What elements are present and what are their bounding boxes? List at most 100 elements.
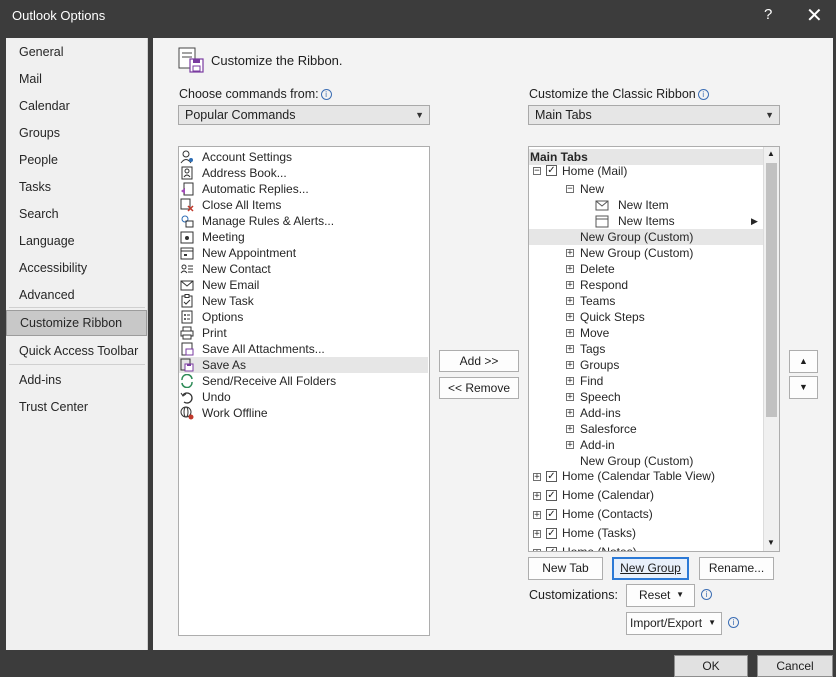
scroll-up-icon[interactable]: ▲ [767,149,775,158]
tree-item-group[interactable]: + Quick Steps [529,309,763,325]
tree-scrollbar[interactable]: ▲ ▼ [763,147,779,551]
new-group-button[interactable]: New Group [612,557,689,580]
expand-icon[interactable]: + [566,377,574,386]
expand-icon[interactable]: + [533,549,541,551]
list-item[interactable]: Undo [179,389,428,405]
tree-item-group[interactable]: + Groups [529,357,763,373]
list-item[interactable]: Send/Receive All Folders [179,373,428,389]
import-export-dropdown-button[interactable]: Import/Export ▼ [626,612,722,635]
sidebar-item-quick-access-toolbar[interactable]: Quick Access Toolbar [6,339,147,363]
rename-button[interactable]: Rename... [699,557,774,580]
tree-item-group[interactable]: + Move [529,325,763,341]
new-tab-button[interactable]: New Tab [528,557,603,580]
tree-item-group[interactable]: + Find [529,373,763,389]
list-item-selected[interactable]: Save As [179,357,428,373]
tree-item-group[interactable]: + Teams [529,293,763,309]
tree-item-new-item[interactable]: New Item [529,197,763,213]
sidebar-item-search[interactable]: Search [6,202,147,226]
sidebar-item-advanced[interactable]: Advanced [6,283,147,307]
expand-icon[interactable]: + [566,249,574,258]
tree-item-tab[interactable]: + ✓ Home (Calendar) [529,486,763,505]
list-item[interactable]: Close All Items [179,197,428,213]
tree-item-group[interactable]: + Add-ins [529,405,763,421]
info-icon[interactable]: i [697,89,709,100]
list-item[interactable]: New Task [179,293,428,309]
expand-icon[interactable]: + [566,329,574,338]
tree-item-tab[interactable]: + ✓ Home (Tasks) [529,524,763,543]
sidebar-item-groups[interactable]: Groups [6,121,147,145]
sidebar-item-accessibility[interactable]: Accessibility [6,256,147,280]
sidebar-item-calendar[interactable]: Calendar [6,94,147,118]
list-item[interactable]: New Email [179,277,428,293]
list-item[interactable]: Address Book... [179,165,428,181]
tree-item-group[interactable]: + Respond [529,277,763,293]
info-icon[interactable]: i [320,89,332,100]
tree-item-group[interactable]: + New Group (Custom) [529,245,763,261]
expand-icon[interactable]: + [566,425,574,434]
tree-item-group[interactable]: + Tags [529,341,763,357]
list-item[interactable]: New Contact [179,261,428,277]
tree-item-home-mail[interactable]: − ✓ Home (Mail) [529,163,763,179]
checkbox-checked[interactable]: ✓ [546,471,557,482]
expand-icon[interactable]: + [566,345,574,354]
list-item[interactable]: Options [179,309,428,325]
list-item[interactable]: Meeting [179,229,428,245]
checkbox-checked[interactable]: ✓ [546,165,557,176]
ribbon-tree[interactable]: Main Tabs − ✓ Home (Mail) − New New Item… [528,146,780,552]
scrollbar-thumb[interactable] [766,163,777,417]
help-button[interactable]: ? [764,6,772,23]
tree-item-group[interactable]: + Add-in [529,437,763,453]
move-down-button[interactable]: ▼ [789,376,818,399]
ok-button[interactable]: OK [674,655,748,677]
choose-commands-dropdown[interactable]: Popular Commands ▼ [178,105,430,125]
expand-icon[interactable]: + [533,492,541,501]
list-item[interactable]: New Appointment [179,245,428,261]
commands-list[interactable]: Account Settings Address Book... Automat… [178,146,430,636]
reset-dropdown-button[interactable]: Reset ▼ [626,584,695,607]
sidebar-item-general[interactable]: General [6,40,147,64]
expand-icon[interactable]: + [566,313,574,322]
info-icon[interactable]: i [728,617,739,628]
add-button[interactable]: Add >> [439,350,519,372]
tree-item-group[interactable]: + Delete [529,261,763,277]
tree-item-group[interactable]: + Salesforce [529,421,763,437]
tree-item-tab[interactable]: + ✓ Home (Notes) [529,543,763,551]
expand-icon[interactable]: + [533,511,541,520]
tree-item-tab[interactable]: + ✓ Home (Contacts) [529,505,763,524]
expand-icon[interactable]: + [533,473,541,482]
expand-icon[interactable]: + [533,530,541,539]
tree-item-new-items[interactable]: New Items ▶ [529,213,763,229]
sidebar-item-customize-ribbon[interactable]: Customize Ribbon [6,310,147,336]
tree-item-group[interactable]: + Speech [529,389,763,405]
list-item[interactable]: Work Offline [179,405,428,421]
expand-icon[interactable]: + [566,409,574,418]
checkbox-checked[interactable]: ✓ [546,509,557,520]
expand-icon[interactable]: + [566,265,574,274]
list-item[interactable]: Manage Rules & Alerts... [179,213,428,229]
sidebar-item-tasks[interactable]: Tasks [6,175,147,199]
expand-icon[interactable]: + [566,361,574,370]
cancel-button[interactable]: Cancel [757,655,833,677]
list-item[interactable]: Print [179,325,428,341]
collapse-icon[interactable]: − [533,167,541,176]
tree-item-new[interactable]: − New [529,181,763,197]
move-up-button[interactable]: ▲ [789,350,818,373]
close-button[interactable]: ✕ [806,3,823,28]
list-item[interactable]: Save All Attachments... [179,341,428,357]
expand-icon[interactable]: + [566,281,574,290]
scroll-down-icon[interactable]: ▼ [767,538,775,547]
sidebar-item-add-ins[interactable]: Add-ins [6,368,147,392]
list-item[interactable]: Automatic Replies... [179,181,428,197]
list-item[interactable]: Account Settings [179,149,428,165]
sidebar-item-people[interactable]: People [6,148,147,172]
tree-item-selected[interactable]: New Group (Custom) [529,229,763,245]
sidebar-item-trust-center[interactable]: Trust Center [6,395,147,419]
checkbox-checked[interactable]: ✓ [546,490,557,501]
checkbox-checked[interactable]: ✓ [546,528,557,539]
collapse-icon[interactable]: − [566,185,574,194]
customize-ribbon-dropdown[interactable]: Main Tabs ▼ [528,105,780,125]
remove-button[interactable]: << Remove [439,377,519,399]
tree-item-tab[interactable]: + ✓ Home (Calendar Table View) [529,467,763,486]
expand-icon[interactable]: + [566,393,574,402]
sidebar-item-language[interactable]: Language [6,229,147,253]
